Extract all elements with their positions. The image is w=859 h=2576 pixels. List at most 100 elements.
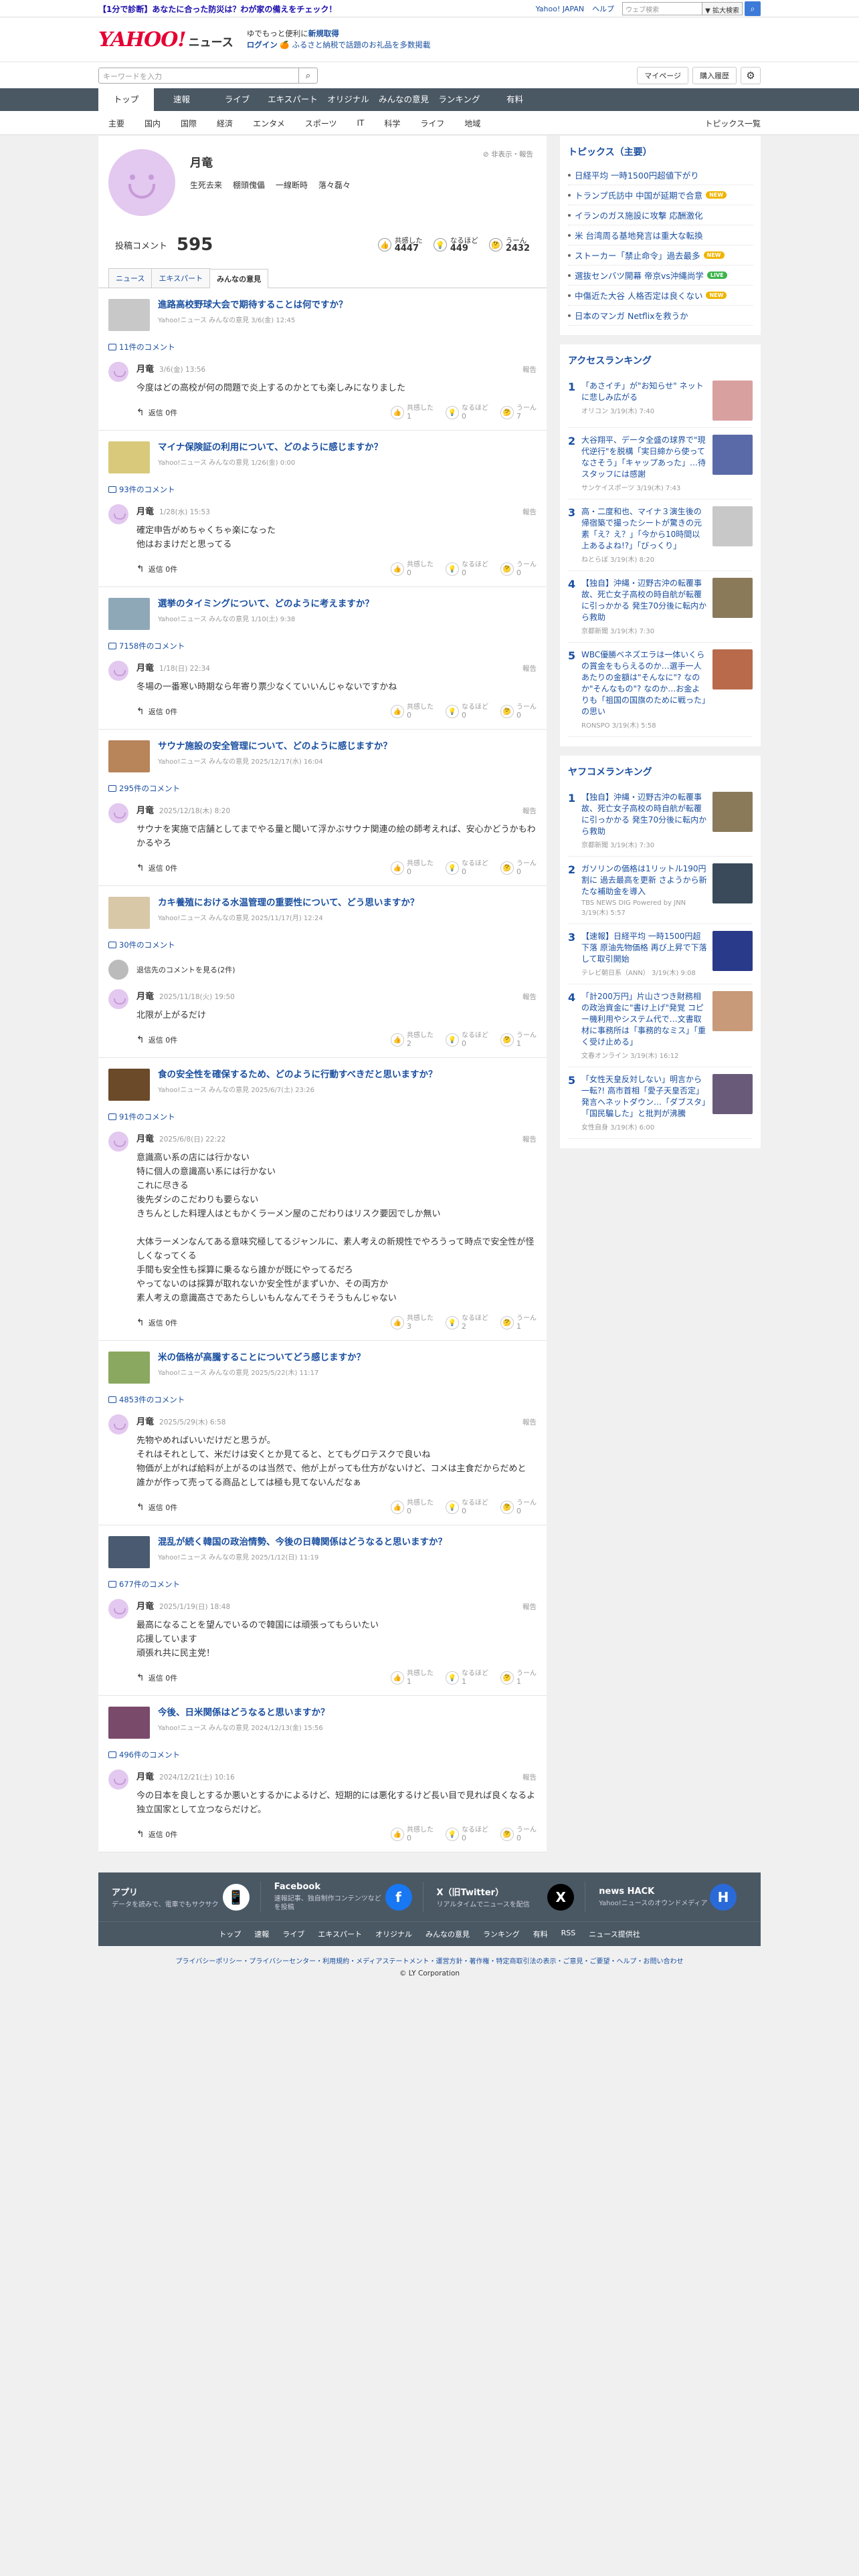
comment-count-link[interactable]: 91件のコメント bbox=[108, 1111, 537, 1122]
ranking-item[interactable]: 3 【速報】日経平均 一時1500円超下落 原油先物価格 再び上昇で下落して取引開… bbox=[568, 924, 753, 984]
comment-author[interactable]: 月竜 bbox=[136, 1599, 154, 1612]
news-search-input[interactable]: キーワードを入力 bbox=[98, 68, 299, 84]
reply-button[interactable]: ↰ 返信 0件 bbox=[136, 564, 177, 574]
reaction-button-1[interactable]: 💡 なるほど 2 bbox=[446, 1315, 488, 1331]
comment-author[interactable]: 月竜 bbox=[136, 661, 154, 673]
article-title[interactable]: サウナ施設の安全管理について、どのように感じますか？ bbox=[158, 741, 392, 752]
report-link[interactable]: 報告 bbox=[522, 806, 537, 816]
comment-author[interactable]: 月竜 bbox=[136, 989, 154, 1002]
article-title[interactable]: 混乱が続く韓国の政治情勢、今後の日韓関係はどうなると思いますか？ bbox=[158, 1537, 447, 1547]
report-link[interactable]: 報告 bbox=[522, 1417, 537, 1427]
comment-count-link[interactable]: 30件のコメント bbox=[108, 940, 537, 950]
ranking-item[interactable]: 5 「女性天皇反対しない」明言から一転?! 高市首相「愛子天皇否定」発言へネットダ… bbox=[568, 1067, 753, 1139]
reaction-button-1[interactable]: 💡 なるほど 0 bbox=[446, 405, 488, 421]
comment-count-link[interactable]: 93件のコメント bbox=[108, 484, 537, 495]
subnav-item-6[interactable]: IT bbox=[347, 118, 374, 128]
footer-app-2[interactable]: X（旧Twitter） リアルタイムでニュースを配信 X bbox=[437, 1882, 586, 1912]
reply-button[interactable]: ↰ 返信 0件 bbox=[136, 1035, 177, 1045]
yahoo-news-logo[interactable]: YAHOO! ニュース bbox=[98, 28, 233, 51]
reaction-button-2[interactable]: 🤔 うーん 1 bbox=[500, 1032, 537, 1048]
comment-count-link[interactable]: 11件のコメント bbox=[108, 342, 537, 352]
tab-0[interactable]: ニュース bbox=[108, 268, 153, 288]
report-link[interactable]: 報告 bbox=[522, 1134, 537, 1144]
footer-nav-item[interactable]: RSS bbox=[561, 1929, 576, 1939]
reply-button[interactable]: ↰ 返信 0件 bbox=[136, 1502, 177, 1513]
reaction-button-0[interactable]: 👍 共感した 3 bbox=[391, 1315, 434, 1331]
article-thumbnail[interactable] bbox=[108, 441, 150, 473]
comment-author[interactable]: 月竜 bbox=[136, 803, 154, 816]
reaction-button-1[interactable]: 💡 なるほど 0 bbox=[446, 1499, 488, 1515]
reaction-button-1[interactable]: 💡 なるほど 0 bbox=[446, 1826, 488, 1842]
footer-nav-item[interactable]: ランキング bbox=[483, 1929, 520, 1939]
purchase-history-button[interactable]: 購入履歴 bbox=[692, 67, 737, 84]
web-search-option[interactable]: ▼ 拡大検索 bbox=[702, 2, 743, 15]
nav-item-3[interactable]: エキスパート bbox=[265, 88, 320, 111]
subnav-item-7[interactable]: 科学 bbox=[374, 118, 410, 129]
nav-item-5[interactable]: みんなの意見 bbox=[376, 88, 432, 111]
ranking-item[interactable]: 3 高・二度和也、マイナ３演生後の帰宿築で撮ったシートが驚きの元素「え？え？」「今… bbox=[568, 500, 753, 571]
reaction-button-1[interactable]: 💡 なるほど 1 bbox=[446, 1670, 488, 1686]
ranking-item[interactable]: 4 「計200万円」片山さつき財務相の政治資金に"書け上げ"発覚 コピー機利用やシ… bbox=[568, 984, 753, 1067]
reaction-button-0[interactable]: 👍 共感した 0 bbox=[391, 860, 434, 876]
nav-item-0[interactable]: トップ bbox=[98, 88, 154, 111]
ranking-item[interactable]: 1 【独自】沖縄・辺野古沖の転覆事故、死亡女子高校の時自航が転覆に引っかかる 発生… bbox=[568, 785, 753, 857]
reaction-button-0[interactable]: 👍 共感した 2 bbox=[391, 1032, 434, 1048]
settings-button[interactable]: ⚙ bbox=[741, 67, 761, 84]
reaction-button-2[interactable]: 🤔 うーん 7 bbox=[500, 405, 537, 421]
reply-button[interactable]: ↰ 返信 0件 bbox=[136, 407, 177, 418]
mypage-button[interactable]: マイページ bbox=[637, 67, 688, 84]
article-title[interactable]: 米の価格が高騰することについてどう感じますか？ bbox=[158, 1352, 365, 1363]
reaction-button-0[interactable]: 👍 共感した 1 bbox=[391, 405, 434, 421]
topic-item[interactable]: 日本のマンガ Netflixを救うか bbox=[568, 306, 753, 326]
reaction-button-0[interactable]: 👍 共感した 0 bbox=[391, 704, 434, 720]
comment-author[interactable]: 月竜 bbox=[136, 1414, 154, 1427]
report-link[interactable]: 報告 bbox=[522, 663, 537, 673]
ranking-item[interactable]: 4 【独自】沖縄・辺野古沖の転覆事故、死亡女子高校の時自航が転覆に引っかかる 発生… bbox=[568, 571, 753, 643]
yahoo-japan-link[interactable]: Yahoo! JAPAN bbox=[536, 5, 585, 13]
web-search-button[interactable]: ⌕ bbox=[745, 1, 761, 16]
reaction-button-0[interactable]: 👍 共感した 1 bbox=[391, 1670, 434, 1686]
reply-button[interactable]: ↰ 返信 0件 bbox=[136, 1673, 177, 1683]
article-thumbnail[interactable] bbox=[108, 598, 150, 630]
reaction-button-2[interactable]: 🤔 うーん 1 bbox=[500, 1315, 537, 1331]
ranking-item[interactable]: 5 WBC優勝ベネズエラは一体いくらの賞金をもらえるのか…選手一人あたりの金額は"… bbox=[568, 643, 753, 737]
subnav-item-3[interactable]: 経済 bbox=[207, 118, 243, 129]
subnav-item-4[interactable]: エンタメ bbox=[243, 118, 295, 129]
comment-author[interactable]: 月竜 bbox=[136, 1132, 154, 1144]
topic-item[interactable]: トランプ氏訪中 中国が延期で合意 NEW bbox=[568, 185, 753, 205]
promo-link[interactable]: 【1分で診断】あなたに合った防災は？わが家の備えをチェック！ bbox=[98, 3, 337, 15]
report-link[interactable]: 報告 bbox=[522, 992, 537, 1002]
reaction-button-2[interactable]: 🤔 うーん 0 bbox=[500, 860, 537, 876]
footer-nav-item[interactable]: ライブ bbox=[282, 1929, 304, 1939]
comment-count-link[interactable]: 496件のコメント bbox=[108, 1749, 537, 1760]
footer-nav-item[interactable]: ニュース提供社 bbox=[589, 1929, 640, 1939]
report-link[interactable]: 報告 bbox=[522, 1602, 537, 1612]
article-thumbnail[interactable] bbox=[108, 299, 150, 331]
article-thumbnail[interactable] bbox=[108, 1536, 150, 1568]
reply-button[interactable]: ↰ 返信 0件 bbox=[136, 706, 177, 717]
tab-1[interactable]: エキスパート bbox=[151, 268, 211, 288]
footer-app-3[interactable]: news HACK Yahoo!ニュースのオウンドメディア H bbox=[599, 1882, 747, 1912]
topic-item[interactable]: ストーカー「禁止命令」過去最多 NEW bbox=[568, 245, 753, 265]
hide-report-link[interactable]: ⊘ 非表示・報告 bbox=[483, 149, 533, 159]
article-thumbnail[interactable] bbox=[108, 1352, 150, 1384]
nav-item-7[interactable]: 有料 bbox=[487, 88, 543, 111]
article-title[interactable]: マイナ保険証の利用について、どのように感じますか？ bbox=[158, 442, 383, 453]
tab-2[interactable]: みんなの意見 bbox=[209, 269, 269, 288]
reply-target-link[interactable]: 退信先のコメントを見る(2件) bbox=[108, 960, 537, 980]
report-link[interactable]: 報告 bbox=[522, 507, 537, 517]
reaction-button-1[interactable]: 💡 なるほど 0 bbox=[446, 860, 488, 876]
comment-count-link[interactable]: 295件のコメント bbox=[108, 783, 537, 794]
article-title[interactable]: 今後、日米関係はどうなると思いますか？ bbox=[158, 1707, 330, 1718]
footer-links[interactable]: プライバシーポリシー・プライバシーセンター・利用規約・メディアステートメント・運… bbox=[98, 1955, 761, 1965]
article-title[interactable]: 食の安全性を確保するため、どのように行動すべきだと思いますか？ bbox=[158, 1069, 438, 1080]
comment-author[interactable]: 月竜 bbox=[136, 504, 154, 517]
login-link[interactable]: ログイン bbox=[247, 40, 278, 49]
reply-button[interactable]: ↰ 返信 0件 bbox=[136, 1829, 177, 1840]
footer-nav-item[interactable]: 有料 bbox=[533, 1929, 548, 1939]
comment-count-link[interactable]: 4853件のコメント bbox=[108, 1394, 537, 1405]
nav-item-2[interactable]: ライブ bbox=[209, 88, 265, 111]
reaction-button-2[interactable]: 🤔 うーん 0 bbox=[500, 1826, 537, 1842]
reaction-button-0[interactable]: 👍 共感した 0 bbox=[391, 561, 434, 577]
topics-list-link[interactable]: トピックス一覧 bbox=[704, 118, 761, 129]
